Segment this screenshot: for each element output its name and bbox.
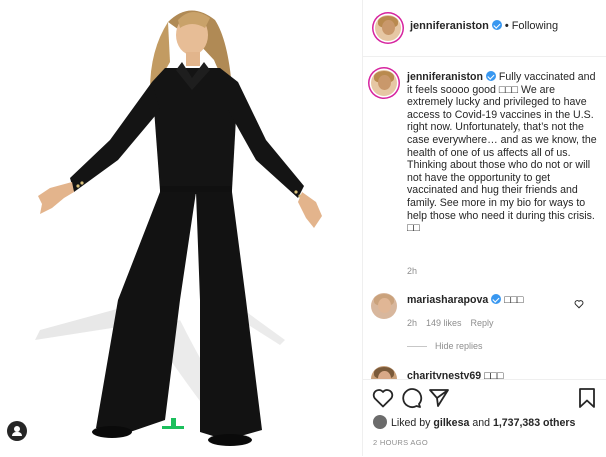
- comment-likes[interactable]: 149 likes: [426, 318, 462, 328]
- comment-icon[interactable]: [399, 386, 423, 410]
- likes-joiner: and: [472, 417, 490, 429]
- comment: mariasharapova □□□: [407, 294, 523, 306]
- reply-button[interactable]: Reply: [471, 318, 494, 328]
- comment-text: □□□: [504, 294, 524, 306]
- verified-badge-icon: [485, 71, 496, 81]
- caption-timestamp[interactable]: 2h: [407, 266, 417, 276]
- hide-replies-button[interactable]: Hide replies: [407, 341, 483, 351]
- instagram-post: jenniferaniston • Following jenniferanisto…: [0, 0, 606, 457]
- verified-badge-icon: [491, 294, 502, 304]
- comment-meta: 2h 149 likes Reply: [407, 318, 503, 328]
- likes-count[interactable]: 1,737,383 others: [493, 417, 575, 429]
- heart-icon[interactable]: [371, 386, 395, 410]
- post-header: jenniferaniston • Following: [363, 0, 606, 57]
- user-tag-icon[interactable]: [7, 421, 27, 441]
- liker-username[interactable]: gilkesa: [433, 417, 469, 429]
- caption-username[interactable]: jenniferaniston: [407, 71, 483, 83]
- comment-username[interactable]: mariasharapova: [407, 294, 488, 306]
- share-icon[interactable]: [427, 386, 451, 410]
- bookmark-icon[interactable]: [575, 386, 599, 410]
- verified-badge-icon: [491, 20, 502, 30]
- woman-black-jumpsuit-photo: [0, 0, 362, 456]
- post-side-panel: jenniferaniston • Following jenniferanisto…: [362, 0, 606, 457]
- post-actions: Liked by gilkesa and 1,737,383 others 2 …: [363, 379, 606, 457]
- commenter-avatar[interactable]: [371, 366, 397, 379]
- comment-like-heart-icon[interactable]: [574, 299, 584, 309]
- post-photo[interactable]: [0, 0, 362, 456]
- commenter-avatar[interactable]: [371, 293, 397, 319]
- comment-username[interactable]: charitynesty69 □□□: [407, 370, 503, 379]
- likes-prefix: Liked by: [391, 417, 431, 429]
- author-username[interactable]: jenniferaniston: [410, 20, 489, 32]
- following-button[interactable]: Following: [512, 20, 558, 32]
- author-line: jenniferaniston • Following: [410, 20, 558, 32]
- separator-dot: •: [504, 20, 509, 32]
- caption-author-avatar[interactable]: [371, 70, 397, 96]
- author-avatar[interactable]: [375, 15, 401, 41]
- comments-section: jenniferaniston Fully vaccinated and it …: [363, 57, 606, 379]
- post-timestamp[interactable]: 2 HOURS AGO: [373, 438, 428, 447]
- liker-avatar[interactable]: [373, 415, 387, 429]
- caption-text: Fully vaccinated and it feels soooo good…: [407, 71, 597, 235]
- post-caption: jenniferaniston Fully vaccinated and it …: [407, 71, 597, 235]
- likes-summary: Liked by gilkesa and 1,737,383 others: [373, 415, 575, 429]
- comment-time[interactable]: 2h: [407, 318, 417, 328]
